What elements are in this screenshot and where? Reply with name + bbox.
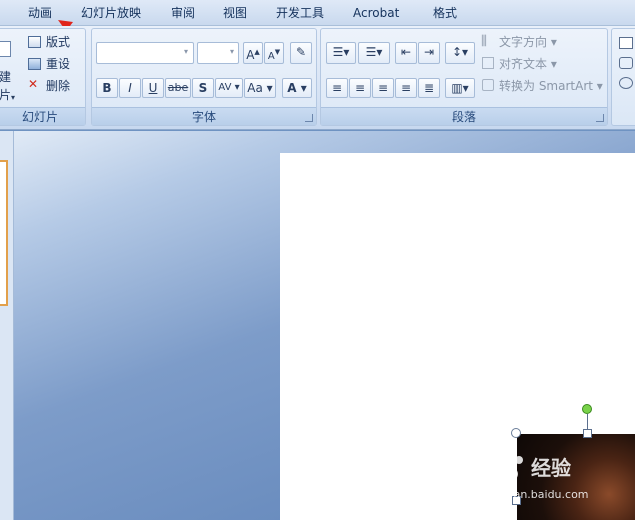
chevron-down-icon[interactable]: ▾ <box>11 93 15 102</box>
paragraph-group-label: 段落 <box>321 107 607 125</box>
paragraph-group: ☰▾ ☰▾ ⇤ ⇥ ↕▾ ⫼ 文字方向 ▾ 对齐文本 ▾ 转换为 SmartAr… <box>320 28 608 126</box>
smartart-label: 转换为 SmartArt <box>499 79 593 93</box>
chevron-down-icon[interactable]: ▾ <box>230 43 234 61</box>
grow-font-button[interactable]: A▲ <box>243 42 263 64</box>
columns-icon[interactable]: ▥▾ <box>445 78 475 98</box>
justify-icon[interactable]: ≡ <box>395 78 417 98</box>
smartart-icon[interactable] <box>482 79 494 91</box>
align-text-label: 对齐文本 <box>499 57 548 71</box>
tab-view[interactable]: 视图 <box>223 3 247 23</box>
line-spacing-icon[interactable]: ↕▾ <box>445 42 475 64</box>
tab-animation[interactable]: 动画 <box>28 3 52 23</box>
tab-acrobat[interactable]: Acrobat <box>353 3 399 23</box>
text-direction-button[interactable]: 文字方向 ▾ <box>499 34 557 50</box>
change-case-button[interactable]: Aa ▾ <box>244 78 276 98</box>
tab-review[interactable]: 审阅 <box>171 3 195 23</box>
new-slide-label-bottom[interactable]: 片 <box>0 87 11 103</box>
clear-formatting-icon[interactable]: ✎ <box>290 42 312 64</box>
resize-handle-top[interactable] <box>583 429 592 438</box>
layout-icon[interactable] <box>28 36 41 48</box>
drawing-group <box>611 28 635 126</box>
distributed-icon[interactable]: ≣ <box>418 78 440 98</box>
change-case-label: Aa <box>247 81 263 95</box>
shrink-font-label: A <box>267 51 275 62</box>
reset-icon[interactable] <box>28 58 41 70</box>
tab-developer[interactable]: 开发工具 <box>276 3 324 23</box>
align-text-icon[interactable] <box>482 57 494 69</box>
delete-icon[interactable]: ✕ <box>28 78 41 90</box>
watermark: 经验 jingyan.baidu.com <box>487 450 617 510</box>
font-color-label: A <box>287 81 297 95</box>
font-group: ▾ ▾ A▲ A▼ ✎ B I U abe S AV ▾ Aa ▾ A ▾ 字体 <box>91 28 317 126</box>
rotation-handle[interactable] <box>582 404 592 414</box>
watermark-url: jingyan.baidu.com <box>487 488 589 501</box>
paragraph-dialog-launcher-icon[interactable] <box>596 114 604 122</box>
tab-format[interactable]: 格式 <box>433 3 457 23</box>
cloud-shape-icon[interactable] <box>619 77 633 89</box>
increase-indent-icon[interactable]: ⇥ <box>418 42 440 64</box>
strikethrough-button[interactable]: abe <box>165 78 191 98</box>
ribbon: 建 片 ▾ 版式 重设 ✕ 删除 幻灯片 ▾ ▾ A▲ A▼ ✎ B I U a… <box>0 26 635 130</box>
font-name-combobox[interactable]: ▾ <box>96 42 194 64</box>
numbering-icon[interactable]: ☰▾ <box>358 42 390 64</box>
delete-button[interactable]: 删除 <box>46 78 70 94</box>
slides-group-label: 幻灯片 <box>0 107 85 125</box>
watermark-brand: 经验 <box>531 456 571 480</box>
align-right-icon[interactable]: ≡ <box>372 78 394 98</box>
convert-smartart-button[interactable]: 转换为 SmartArt ▾ <box>499 78 603 94</box>
decrease-indent-icon[interactable]: ⇤ <box>395 42 417 64</box>
italic-button[interactable]: I <box>119 78 141 98</box>
shrink-font-button[interactable]: A▼ <box>264 42 284 64</box>
chevron-down-icon[interactable]: ▾ <box>184 43 188 61</box>
slides-group: 建 片 ▾ 版式 重设 ✕ 删除 幻灯片 <box>0 28 86 126</box>
layout-button[interactable]: 版式 <box>46 34 70 50</box>
text-direction-icon[interactable]: ⫼ <box>481 34 487 49</box>
font-dialog-launcher-icon[interactable] <box>305 114 313 122</box>
new-slide-icon[interactable] <box>0 41 11 57</box>
shadow-button[interactable]: S <box>192 78 214 98</box>
underline-button[interactable]: U <box>142 78 164 98</box>
character-spacing-button[interactable]: AV ▾ <box>215 78 243 98</box>
slide-thumbnail-selected[interactable] <box>0 160 8 306</box>
bullets-icon[interactable]: ☰▾ <box>326 42 356 64</box>
paw-logo-icon <box>493 452 523 482</box>
text-direction-label: 文字方向 <box>499 35 548 49</box>
reset-button[interactable]: 重设 <box>46 56 70 72</box>
font-color-button[interactable]: A ▾ <box>282 78 312 98</box>
rounded-rect-shape-icon[interactable] <box>619 57 633 69</box>
character-spacing-label: AV <box>218 82 232 93</box>
bold-button[interactable]: B <box>96 78 118 98</box>
textbox-shape-icon[interactable] <box>619 37 633 49</box>
new-slide-label-top[interactable]: 建 <box>0 69 11 85</box>
align-left-icon[interactable]: ≡ <box>326 78 348 98</box>
resize-handle-top-left[interactable] <box>511 428 521 438</box>
align-text-button[interactable]: 对齐文本 ▾ <box>499 56 557 72</box>
font-size-combobox[interactable]: ▾ <box>197 42 239 64</box>
font-group-label: 字体 <box>92 107 316 125</box>
align-center-icon[interactable]: ≡ <box>349 78 371 98</box>
